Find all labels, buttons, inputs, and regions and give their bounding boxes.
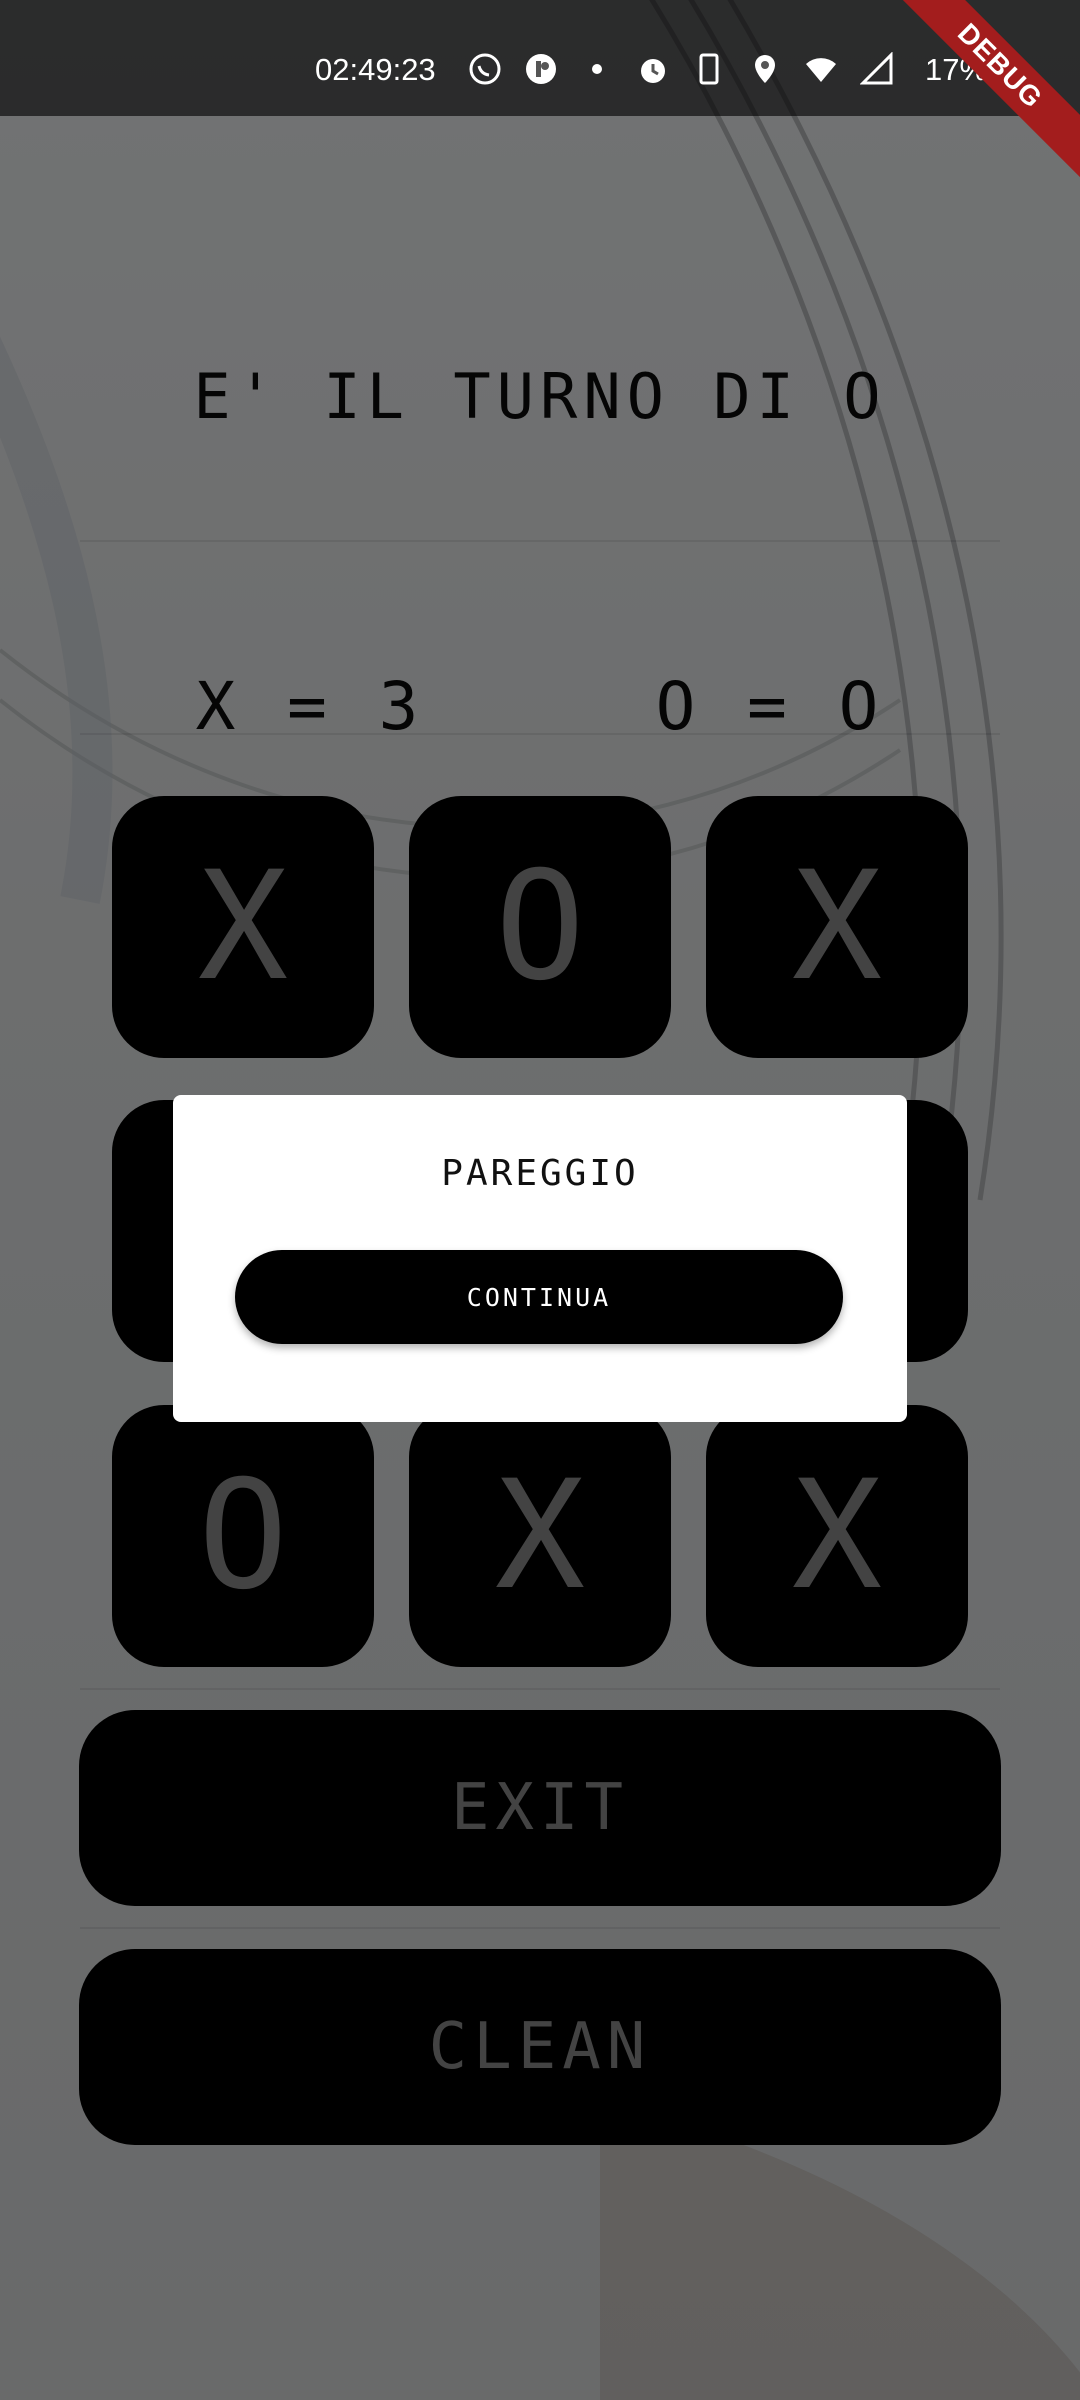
wifi-icon [804, 52, 838, 86]
alarm-icon [636, 52, 670, 86]
status-icons [468, 52, 894, 86]
phone-icon [692, 52, 726, 86]
whatsapp-icon [468, 52, 502, 86]
status-time: 02:49:23 [315, 52, 436, 87]
status-bar: 02:49:23 17% DEBUG [0, 0, 1080, 188]
dot-icon [580, 52, 614, 86]
app-icon [524, 52, 558, 86]
dialog-title: PAREGGIO [441, 1153, 639, 1194]
continue-button[interactable]: CONTINUA [235, 1250, 843, 1344]
location-icon [748, 52, 782, 86]
tie-dialog: PAREGGIO CONTINUA [173, 1095, 907, 1422]
signal-icon [860, 52, 894, 86]
